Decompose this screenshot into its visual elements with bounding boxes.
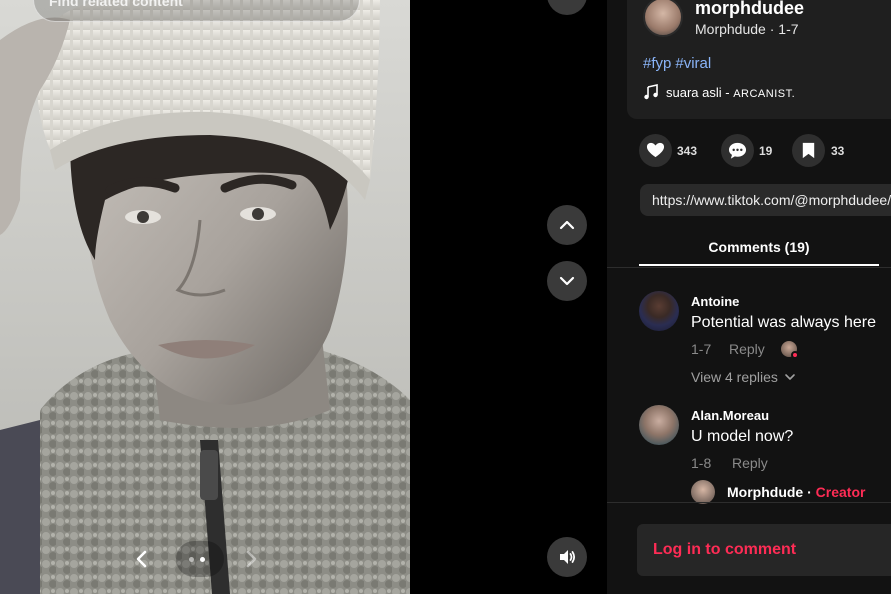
save-count: 33 [831,144,845,158]
tab-active-indicator [639,264,879,266]
comment-text: Potential was always here [691,314,876,331]
previous-video-button[interactable] [547,205,587,245]
heart-icon [646,142,665,158]
like-button[interactable] [639,134,672,167]
comment-button[interactable] [721,134,754,167]
author-nickname[interactable]: Morphdude [695,21,766,37]
comment-count: 19 [759,144,773,158]
music-artist: ARCANIST. [733,88,796,100]
search-placeholder: Find related content [49,0,183,9]
divider [607,267,891,268]
creator-separator: · [803,484,816,500]
creator-reply-author[interactable]: Morphdude · Creator [727,484,865,500]
music-title: suara asli [666,85,722,100]
login-to-comment-box[interactable]: Log in to comment [637,524,891,576]
creator-badge: Creator [815,484,866,500]
post-photo: Find related content [0,0,410,594]
portrait-image [0,0,410,594]
creator-liked-avatar [781,341,799,359]
comment-author[interactable]: Alan.Moreau [691,408,769,423]
login-link[interactable]: Log in to comment [653,541,796,559]
volume-icon [560,550,576,564]
bookmark-icon [802,142,815,159]
comment-icon [728,142,747,159]
author-username[interactable]: morphdudee [695,0,804,19]
chevron-up-icon [559,220,575,230]
carousel-dot-active[interactable] [200,557,205,562]
music-note-icon [644,84,658,100]
like-count: 343 [677,144,698,158]
hashtag-link[interactable]: #viral [675,55,711,72]
chevron-right-icon[interactable] [240,545,262,573]
avatar[interactable] [639,405,679,445]
chevron-down-icon [559,276,575,286]
next-video-button[interactable] [547,261,587,301]
comment-text: U model now? [691,428,794,445]
carousel-indicator [176,541,224,577]
liked-badge [791,351,799,359]
video-link: https://www.tiktok.com/@morphdudee/video… [652,192,891,208]
details-panel: morphdudee Morphdude · 1-7 #fyp #viral su… [607,0,891,594]
more-button[interactable] [547,0,587,15]
comment-date: 1-7 [691,341,712,357]
volume-button[interactable] [547,537,587,577]
post-date: 1-7 [778,21,799,37]
search-icon[interactable] [322,0,342,1]
divider [607,502,891,503]
music-separator: - [721,85,734,100]
copy-link-field[interactable]: https://www.tiktok.com/@morphdudee/video… [640,184,891,216]
carousel-dot[interactable] [189,557,194,562]
author-meta: Morphdude · 1-7 [695,21,799,37]
chevron-left-icon[interactable] [130,545,152,573]
creator-name: Morphdude [727,484,804,500]
search-input[interactable]: Find related content [33,0,360,22]
comment-author[interactable]: Antoine [691,294,739,309]
comment-date: 1-8 [691,455,712,471]
music-link[interactable]: suara asli - ARCANIST. [666,85,795,100]
chevron-down-icon [784,374,795,380]
view-replies-button[interactable]: View 4 replies [691,369,796,385]
save-button[interactable] [792,134,825,167]
creator-avatar[interactable] [691,480,715,504]
tab-comments[interactable]: Comments (19) [639,239,879,255]
reply-button[interactable]: Reply [732,455,768,471]
hashtags: #fyp #viral [643,55,715,72]
avatar[interactable] [639,291,679,331]
view-replies-label: View 4 replies [691,369,778,385]
hashtag-link[interactable]: #fyp [643,55,671,72]
reply-button[interactable]: Reply [729,341,765,357]
